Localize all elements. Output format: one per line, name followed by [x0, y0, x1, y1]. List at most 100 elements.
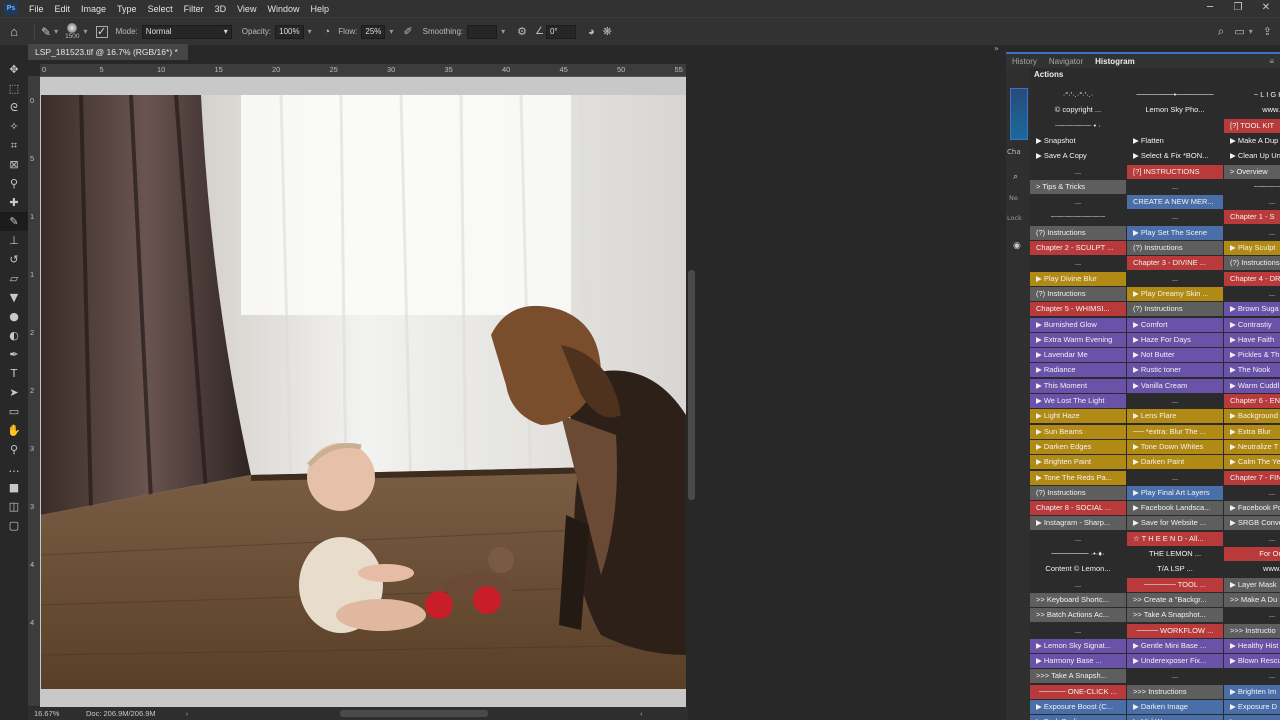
- action-button[interactable]: Chapter 2 - SCULPT ...: [1030, 241, 1126, 255]
- action-button[interactable]: ▶ Calm The Ye: [1224, 455, 1280, 470]
- chevron-down-icon[interactable]: ▾: [1249, 27, 1253, 36]
- action-button[interactable]: >> Take A Snapshot...: [1127, 608, 1223, 623]
- action-button[interactable]: >> Create a "Backgr...: [1127, 592, 1223, 607]
- action-button[interactable]: ▶ Tone Down Whites: [1127, 439, 1223, 454]
- action-button[interactable]: ...: [1224, 225, 1280, 240]
- healing-brush-tool-icon[interactable]: ✚: [0, 193, 28, 212]
- path-select-tool-icon[interactable]: ➤: [0, 383, 28, 402]
- action-button[interactable]: ...: [1030, 256, 1126, 271]
- pressure-opacity-icon[interactable]: ◔: [324, 26, 331, 38]
- action-button[interactable]: ▶ Contrastiy: [1224, 317, 1280, 332]
- action-button[interactable]: ...: [1127, 179, 1223, 194]
- zoom-tool-icon[interactable]: ⚲: [0, 440, 28, 459]
- smoothing-field[interactable]: [467, 24, 498, 39]
- action-button[interactable]: Chapter 6 - ENH: [1224, 394, 1280, 408]
- symmetry-icon[interactable]: ❋: [603, 25, 612, 38]
- lasso-tool-icon[interactable]: ᘓ: [0, 98, 28, 117]
- action-button[interactable]: ▶ Darken Image: [1127, 700, 1223, 714]
- pen-tool-icon[interactable]: ✒: [0, 345, 28, 364]
- eyedropper-tool-icon[interactable]: ⚲: [0, 174, 28, 193]
- action-button[interactable]: ▶ Facebook Landsca...: [1127, 501, 1223, 516]
- action-button[interactable]: ▶ Harmony Base ...: [1030, 654, 1126, 669]
- brush-tool-icon[interactable]: ✎: [0, 212, 28, 231]
- action-button[interactable]: ▶ Rustic toner: [1127, 363, 1223, 378]
- menu-type[interactable]: Type: [112, 4, 143, 14]
- action-button[interactable]: (?) Instructions: [1127, 241, 1223, 255]
- quick-select-tool-icon[interactable]: ✧: [0, 117, 28, 136]
- action-button[interactable]: > Tips & Tricks: [1030, 179, 1126, 194]
- shape-tool-icon[interactable]: ▭: [0, 402, 28, 421]
- action-button[interactable]: For Out: [1224, 547, 1280, 561]
- search-icon[interactable]: ⌕: [1218, 24, 1225, 39]
- action-button[interactable]: ▶ Snapshot: [1030, 133, 1126, 148]
- action-button[interactable]: ▶ ...: [1224, 715, 1280, 720]
- action-button[interactable]: ...: [1224, 286, 1280, 301]
- action-button[interactable]: ▶ Save A Copy: [1030, 149, 1126, 164]
- paint-bucket-tool-icon[interactable]: ▼: [0, 288, 28, 307]
- search-icon[interactable]: ⌕: [1013, 172, 1018, 182]
- chevron-down-icon[interactable]: ▾: [54, 27, 58, 36]
- action-button[interactable]: ▶ Lemon Sky Signat...: [1030, 638, 1126, 653]
- pressure-size-icon[interactable]: ◕: [588, 26, 595, 38]
- action-button[interactable]: >>> Instructions: [1127, 684, 1223, 699]
- quick-mask-icon[interactable]: ◫: [0, 497, 28, 516]
- move-tool-icon[interactable]: ✥: [0, 60, 28, 79]
- channels-label[interactable]: Cha: [1007, 148, 1021, 156]
- action-button[interactable]: ▶ This Moment: [1030, 378, 1126, 393]
- close-icon[interactable]: ✕: [1252, 0, 1280, 17]
- action-button[interactable]: ── *extra: Blur The ...: [1127, 424, 1223, 439]
- menu-window[interactable]: Window: [262, 4, 305, 14]
- menu-filter[interactable]: Filter: [179, 4, 210, 14]
- action-button[interactable]: ▶ Brighten Paint: [1030, 455, 1126, 470]
- action-button[interactable]: ▶ Radiance: [1030, 363, 1126, 378]
- action-button[interactable]: ...: [1127, 470, 1223, 485]
- dodge-tool-icon[interactable]: ◐: [0, 326, 28, 345]
- action-button[interactable]: ────── TOOL ...: [1127, 577, 1223, 592]
- action-button[interactable]: ...: [1030, 577, 1126, 592]
- action-button[interactable]: CREATE A NEW MER...: [1127, 195, 1223, 210]
- action-button[interactable]: ▶ Darken Edges: [1030, 439, 1126, 454]
- action-button[interactable]: Chapter 8 - SOCIAL ...: [1030, 501, 1126, 516]
- action-button[interactable]: ▶ Comfort: [1127, 317, 1223, 332]
- crop-tool-icon[interactable]: ⌗: [0, 136, 28, 155]
- angle-field[interactable]: 0°: [545, 24, 576, 39]
- action-button[interactable]: ─────── ·•·♦·: [1030, 547, 1126, 561]
- action-button[interactable]: ▶ Layer Mask: [1224, 577, 1280, 592]
- panel-menu-icon[interactable]: ≡: [1263, 57, 1280, 66]
- tab-navigator[interactable]: Navigator: [1043, 57, 1089, 66]
- action-button[interactable]: Chapter 4 - DR: [1224, 271, 1280, 286]
- chevron-down-icon[interactable]: ▾: [501, 27, 505, 36]
- action-button[interactable]: (?) Instructions: [1224, 256, 1280, 271]
- menu-image[interactable]: Image: [76, 4, 112, 14]
- action-button[interactable]: ...: [1224, 195, 1280, 210]
- minimize-icon[interactable]: ─: [1196, 0, 1224, 17]
- action-button[interactable]: >>> Instructio: [1224, 623, 1280, 638]
- chevron-down-icon[interactable]: ▾: [308, 27, 312, 36]
- zoom-level[interactable]: 16.67%: [34, 709, 86, 718]
- color-swatches-icon[interactable]: ■: [0, 478, 28, 497]
- action-button[interactable]: ▶ Underexposer Fix...: [1127, 654, 1223, 669]
- workspace-icon[interactable]: ▭: [1234, 25, 1244, 38]
- action-button[interactable]: ▶ Brown Suga: [1224, 302, 1280, 317]
- action-button[interactable]: ...: [1030, 623, 1126, 638]
- action-button[interactable]: ▶ Mid Way: [1127, 715, 1223, 720]
- action-button[interactable]: ▶ Facebook Po: [1224, 501, 1280, 516]
- action-button[interactable]: ...: [1030, 195, 1126, 210]
- action-button[interactable]: ▶ Neutralize T: [1224, 439, 1280, 454]
- action-button[interactable]: © copyright ...: [1030, 103, 1126, 118]
- action-button[interactable]: ▶ Extra Warm Evening: [1030, 332, 1126, 347]
- menu-edit[interactable]: Edit: [50, 4, 77, 14]
- action-button[interactable]: ▶ Extra Blur: [1224, 424, 1280, 439]
- menu-3d[interactable]: 3D: [210, 4, 233, 14]
- action-button[interactable]: www.l: [1224, 103, 1280, 118]
- action-button[interactable]: ▶ Not Butter: [1127, 348, 1223, 363]
- action-button[interactable]: ▶ Lavendar Me: [1030, 348, 1126, 363]
- chevron-down-icon[interactable]: ▾: [84, 27, 88, 36]
- action-button[interactable]: (?) Instructions: [1030, 225, 1126, 240]
- action-button[interactable]: THE LEMON ...: [1127, 547, 1223, 561]
- flow-field[interactable]: 25%: [361, 24, 386, 39]
- marquee-tool-icon[interactable]: ⬚: [0, 79, 28, 98]
- mode-select[interactable]: Normal ▾: [141, 24, 232, 39]
- action-button[interactable]: ▶ Save for Website ...: [1127, 516, 1223, 531]
- action-button[interactable]: ...: [1127, 669, 1223, 684]
